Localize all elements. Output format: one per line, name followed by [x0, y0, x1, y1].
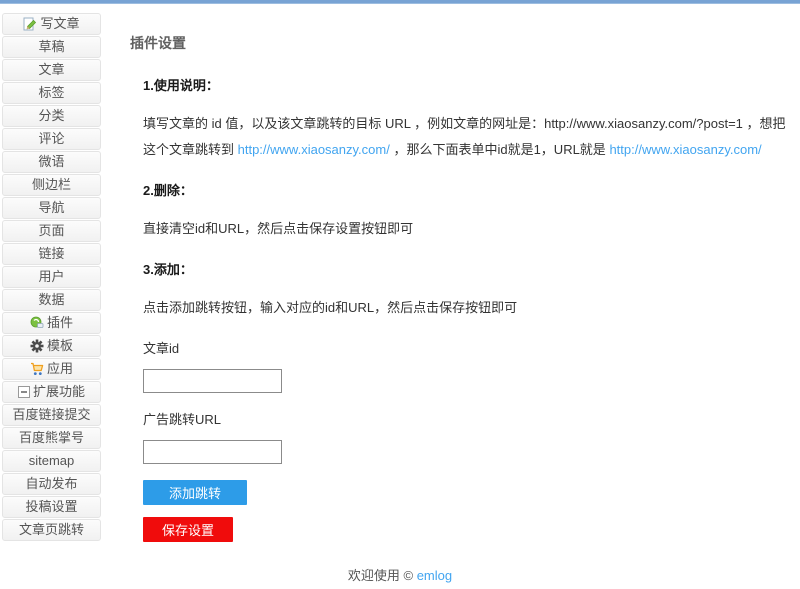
sidebar-item-post-redirect[interactable]: 文章页跳转 [2, 519, 101, 541]
sidebar-item-label: 导航 [38, 198, 64, 218]
sidebar-item-pages[interactable]: 页面 [2, 220, 101, 242]
usage-heading: 1.使用说明： [143, 75, 792, 94]
sidebar-item-microblog[interactable]: 微语 [2, 151, 101, 173]
gear-icon [30, 339, 44, 353]
sidebar-item-write-post[interactable]: 写文章 [2, 13, 101, 35]
sidebar-item-label: 微语 [38, 152, 64, 172]
sidebar-item-label: 标签 [38, 83, 64, 103]
usage-text-middle: ，那么下面表单中id就是1，URL就是 [390, 142, 610, 157]
save-settings-button[interactable]: 保存设置 [143, 517, 233, 542]
plugin-icon [30, 316, 44, 330]
sidebar: 写文章 草稿 文章 标签 分类 评论 微语 侧边栏 导航 页面 链接 用户 数据… [2, 13, 101, 542]
sidebar-item-label: 草稿 [38, 37, 64, 57]
sidebar-item-baidu-link-submit[interactable]: 百度链接提交 [2, 404, 101, 426]
add-redirect-button[interactable]: 添加跳转 [143, 480, 247, 505]
sidebar-item-label: 写文章 [40, 14, 79, 34]
sidebar-item-templates[interactable]: 模板 [2, 335, 101, 357]
sidebar-item-data[interactable]: 数据 [2, 289, 101, 311]
sidebar-item-label: 文章 [38, 60, 64, 80]
sidebar-item-label: 应用 [47, 359, 73, 379]
sidebar-item-label: 投稿设置 [25, 497, 77, 517]
sidebar-item-article[interactable]: 文章 [2, 59, 101, 81]
sidebar-item-app-store[interactable]: 应用 [2, 358, 101, 380]
emlog-link[interactable]: emlog [417, 568, 452, 583]
redirect-url-input[interactable] [143, 440, 282, 464]
sidebar-item-label: 页面 [38, 221, 64, 241]
sidebar-item-label: 自动发布 [25, 474, 77, 494]
example-link-1[interactable]: http://www.xiaosanzy.com/ [238, 142, 390, 157]
app-store-cart-icon [30, 362, 44, 376]
add-heading: 3.添加： [143, 259, 792, 278]
sidebar-item-label: 用户 [38, 267, 64, 287]
sidebar-item-label: 百度熊掌号 [19, 428, 84, 448]
example-link-2[interactable]: http://www.xiaosanzy.com/ [609, 142, 761, 157]
delete-heading: 2.删除： [143, 180, 792, 199]
sidebar-item-label: sitemap [29, 451, 75, 471]
sidebar-item-contribute-settings[interactable]: 投稿设置 [2, 496, 101, 518]
page-title: 插件设置 [130, 33, 792, 53]
sidebar-item-plugins[interactable]: 插件 [2, 312, 101, 334]
redirect-url-label: 广告跳转URL [143, 409, 792, 428]
sidebar-item-label: 百度链接提交 [12, 405, 90, 425]
article-id-label: 文章id [143, 338, 792, 357]
sidebar-item-label: 评论 [38, 129, 64, 149]
sidebar-item-label: 链接 [38, 244, 64, 264]
article-id-input[interactable] [143, 369, 282, 393]
sidebar-item-users[interactable]: 用户 [2, 266, 101, 288]
sidebar-item-tags[interactable]: 标签 [2, 82, 101, 104]
sidebar-item-sitemap[interactable]: sitemap [2, 450, 101, 472]
sidebar-item-navigation[interactable]: 导航 [2, 197, 101, 219]
sidebar-item-label: 模板 [47, 336, 73, 356]
sidebar-item-links[interactable]: 链接 [2, 243, 101, 265]
write-post-icon [23, 17, 37, 31]
sidebar-item-comments[interactable]: 评论 [2, 128, 101, 150]
sidebar-item-widgets[interactable]: 侧边栏 [2, 174, 101, 196]
footer-text: 欢迎使用 © [348, 568, 413, 583]
collapse-minus-icon [18, 386, 30, 398]
usage-paragraph: 填写文章的 id 值，以及该文章跳转的目标 URL ，例如文章的网址是：http… [143, 111, 792, 163]
sidebar-item-label: 文章页跳转 [19, 520, 84, 540]
sidebar-item-draft[interactable]: 草稿 [2, 36, 101, 58]
sidebar-item-label: 分类 [38, 106, 64, 126]
sidebar-item-label: 数据 [38, 290, 64, 310]
sidebar-item-auto-publish[interactable]: 自动发布 [2, 473, 101, 495]
footer: 欢迎使用 © emlog [0, 565, 800, 584]
sidebar-item-label: 插件 [47, 313, 73, 333]
sidebar-item-category[interactable]: 分类 [2, 105, 101, 127]
sidebar-item-extensions-toggle[interactable]: 扩展功能 [2, 381, 101, 403]
main-content: 插件设置 1.使用说明： 填写文章的 id 值，以及该文章跳转的目标 URL ，… [130, 4, 792, 542]
add-paragraph: 点击添加跳转按钮，输入对应的id和URL，然后点击保存按钮即可 [143, 295, 792, 321]
delete-paragraph: 直接清空id和URL，然后点击保存设置按钮即可 [143, 216, 792, 242]
sidebar-item-label: 扩展功能 [33, 382, 85, 402]
sidebar-item-baidu-xiongzhang[interactable]: 百度熊掌号 [2, 427, 101, 449]
sidebar-item-label: 侧边栏 [32, 175, 71, 195]
